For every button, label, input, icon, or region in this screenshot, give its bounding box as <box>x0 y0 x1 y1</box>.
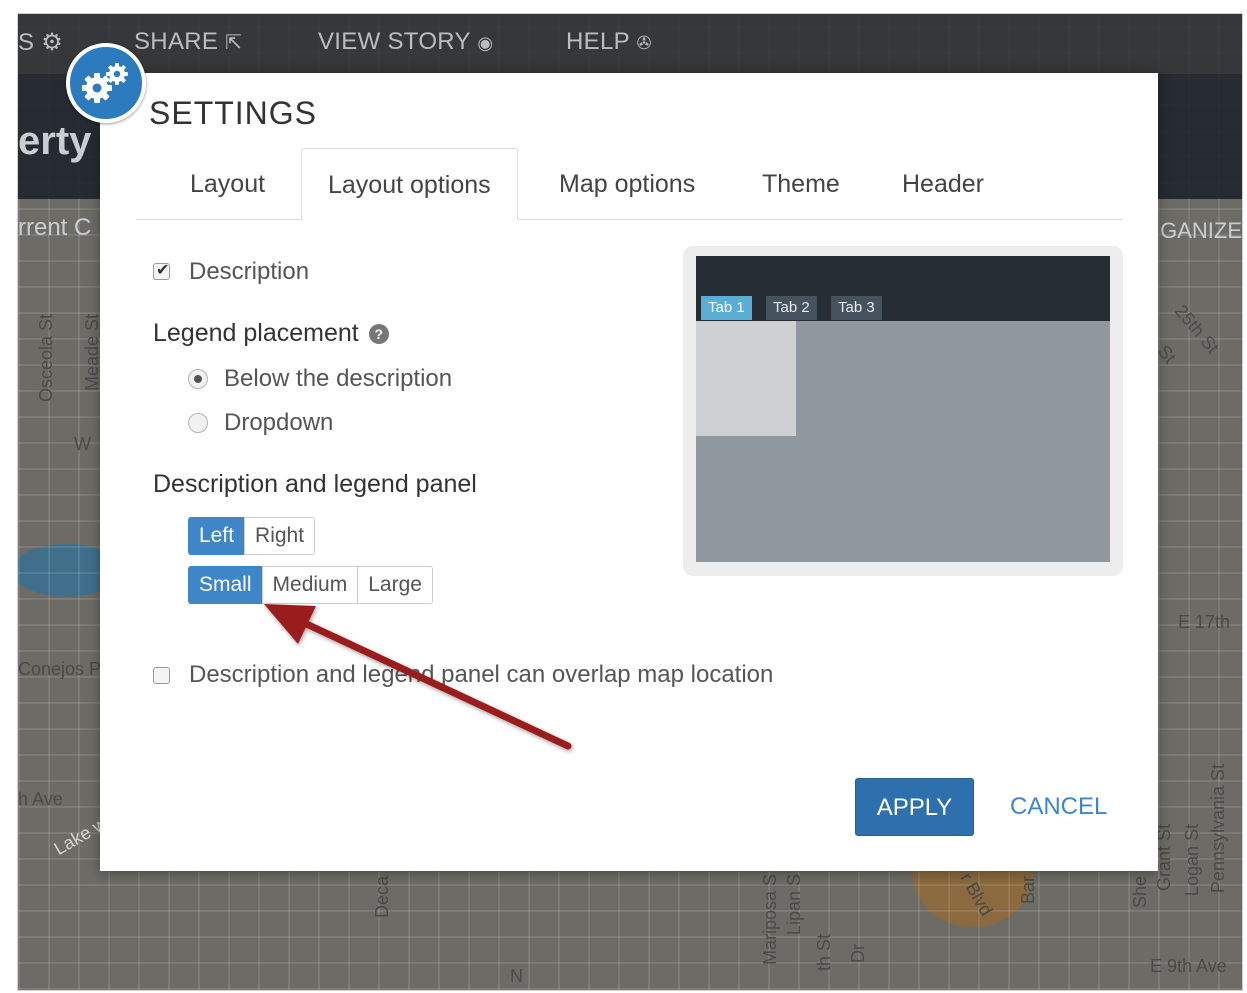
cancel-button[interactable]: CANCEL <box>1010 793 1107 821</box>
size-medium-button[interactable]: Medium <box>261 566 359 604</box>
preview-side-panel <box>696 321 796 436</box>
size-large-button[interactable]: Large <box>357 566 433 604</box>
tab-theme[interactable]: Theme <box>736 148 866 219</box>
radio-below-description[interactable] <box>188 369 208 389</box>
preview-tab: Tab 3 <box>831 296 882 320</box>
gear-icon[interactable]: S ⚙ <box>18 28 63 57</box>
position-left-button[interactable]: Left <box>188 517 246 555</box>
street-label: N <box>510 966 523 986</box>
panel-size-toggle: Small Medium Large <box>188 566 433 604</box>
eye-icon: ◉ <box>477 33 494 53</box>
panel-position-toggle: Left Right <box>188 517 316 555</box>
share-nav-item[interactable]: SHARE ⇱ <box>134 28 242 56</box>
street-label: Mariposa S <box>760 874 780 966</box>
size-small-button[interactable]: Small <box>188 566 263 604</box>
radio-dropdown[interactable] <box>188 413 208 433</box>
radio-dropdown-label: Dropdown <box>224 409 334 436</box>
share-label: SHARE <box>134 28 219 55</box>
settings-tabs: Layout Layout options Map options Theme … <box>136 148 1123 220</box>
preview-tab: Tab 1 <box>701 296 752 320</box>
overlap-checkbox-label: Description and legend panel can overlap… <box>189 661 774 688</box>
radio-below-description-label: Below the description <box>224 365 453 392</box>
street-label: Deca <box>372 876 392 919</box>
preview-header: Tab 1 Tab 2 Tab 3 <box>696 256 1110 321</box>
street-label: Lipan S <box>784 874 804 936</box>
street-label: She <box>1130 876 1150 909</box>
street-label: Bar <box>1018 876 1038 905</box>
street-label: h Ave <box>18 789 63 809</box>
help-label: HELP <box>566 28 630 55</box>
street-label: Dr <box>848 944 868 963</box>
overlap-checkbox[interactable] <box>153 667 170 684</box>
apply-button[interactable]: APPLY <box>855 778 974 836</box>
street-label: E 17th <box>1178 612 1231 632</box>
layout-preview: Tab 1 Tab 2 Tab 3 <box>683 246 1123 576</box>
street-label: W <box>74 434 91 454</box>
story-title-fragment: erty <box>18 119 92 163</box>
dialog-title: SETTINGS <box>149 95 318 131</box>
view-story-nav-item[interactable]: VIEW STORY ◉ <box>318 28 493 56</box>
tab-map-options[interactable]: Map options <box>533 148 721 219</box>
settings-gear-icon <box>66 43 146 123</box>
view-story-label: VIEW STORY <box>318 28 471 55</box>
tab-layout-options[interactable]: Layout options <box>301 148 518 220</box>
preview-map-area: Tab 1 Tab 2 Tab 3 <box>696 256 1110 562</box>
street-label: Logan St <box>1182 824 1202 897</box>
legend-placement-heading: Legend placement? <box>153 319 389 348</box>
share-icon: ⇱ <box>225 32 243 54</box>
organize-button-fragment[interactable]: GANIZE <box>1160 218 1242 244</box>
lifebuoy-icon: ✇ <box>636 33 652 53</box>
tab-layout[interactable]: Layout <box>164 148 291 219</box>
street-label: Conejos P <box>18 659 102 679</box>
tab-header[interactable]: Header <box>876 148 1010 219</box>
description-checkbox-label: Description <box>189 258 310 285</box>
street-label: Pennsylvania St <box>1208 764 1228 894</box>
street-label: Osceola St <box>36 314 56 403</box>
street-label: th St <box>814 934 834 972</box>
position-right-button[interactable]: Right <box>244 517 316 555</box>
preview-tab: Tab 2 <box>766 296 817 320</box>
settings-dialog: SETTINGS Layout Layout options Map optio… <box>100 73 1158 871</box>
help-nav-item[interactable]: HELP ✇ <box>566 28 652 56</box>
legend-placement-label: Legend placement <box>153 319 359 347</box>
description-checkbox[interactable]: ✔ <box>153 262 170 280</box>
question-circle-icon[interactable]: ? <box>368 324 389 345</box>
street-label: E 9th Ave <box>1150 956 1227 976</box>
checkmark-icon: ✔ <box>156 262 170 279</box>
story-subtitle-fragment: rrent C <box>18 214 92 241</box>
top-navigation-bar: S ⚙ SHARE ⇱ VIEW STORY ◉ HELP ✇ <box>18 14 1242 74</box>
panel-heading: Description and legend panel <box>153 470 477 498</box>
